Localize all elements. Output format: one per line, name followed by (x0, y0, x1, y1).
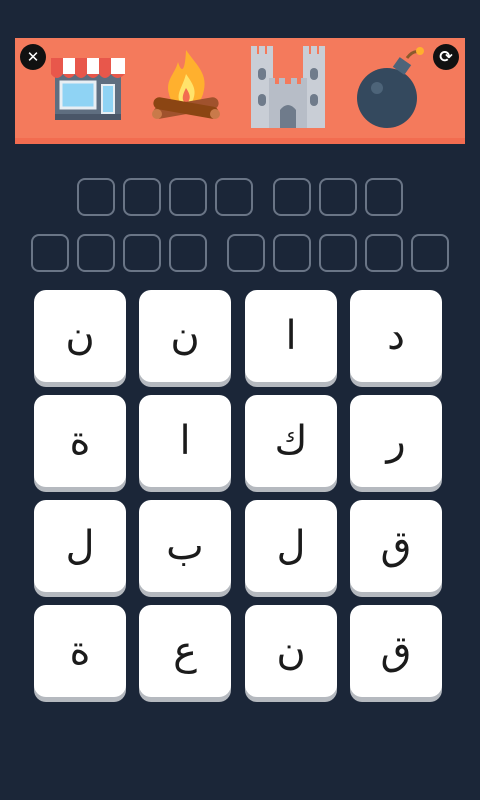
picture-clue-banner: ✕ ⟳ (15, 38, 465, 144)
letter-tile[interactable]: ا (245, 290, 337, 382)
answer-slot[interactable] (273, 234, 311, 272)
answer-slot[interactable] (365, 178, 403, 216)
letter-tile[interactable]: ة (34, 395, 126, 487)
letter-tile[interactable]: ن (34, 290, 126, 382)
answer-slot[interactable] (169, 178, 207, 216)
letter-tile[interactable]: ب (139, 500, 231, 592)
letter-tile[interactable]: ن (139, 290, 231, 382)
answer-slot[interactable] (411, 234, 449, 272)
close-button[interactable]: ✕ (20, 44, 46, 70)
answer-slot[interactable] (123, 178, 161, 216)
letter-tile[interactable]: ر (350, 395, 442, 487)
bomb-icon (349, 44, 431, 134)
answer-slot[interactable] (227, 234, 265, 272)
letter-tile[interactable]: ك (245, 395, 337, 487)
letter-tile[interactable]: ع (139, 605, 231, 697)
answer-slot[interactable] (319, 178, 357, 216)
letter-tile[interactable]: ل (245, 500, 337, 592)
campfire-icon (145, 44, 227, 126)
letter-tile[interactable]: ق (350, 500, 442, 592)
castle-icon (247, 44, 329, 134)
refresh-icon: ⟳ (439, 47, 453, 66)
answer-slot[interactable] (77, 178, 115, 216)
answer-slot[interactable] (77, 234, 115, 272)
close-icon: ✕ (26, 47, 40, 66)
letter-tile[interactable]: ة (34, 605, 126, 697)
answer-slot[interactable] (169, 234, 207, 272)
letter-tile[interactable]: ن (245, 605, 337, 697)
letter-tile[interactable]: د (350, 290, 442, 382)
letter-tile[interactable]: ا (139, 395, 231, 487)
letter-tile[interactable]: ل (34, 500, 126, 592)
answer-slot[interactable] (215, 178, 253, 216)
answer-slot[interactable] (273, 178, 311, 216)
answer-slot[interactable] (365, 234, 403, 272)
refresh-button[interactable]: ⟳ (433, 44, 459, 70)
answer-slot[interactable] (31, 234, 69, 272)
letter-tile[interactable]: ق (350, 605, 442, 697)
answer-slot[interactable] (123, 234, 161, 272)
answer-slot[interactable] (319, 234, 357, 272)
shop-icon (47, 44, 129, 126)
